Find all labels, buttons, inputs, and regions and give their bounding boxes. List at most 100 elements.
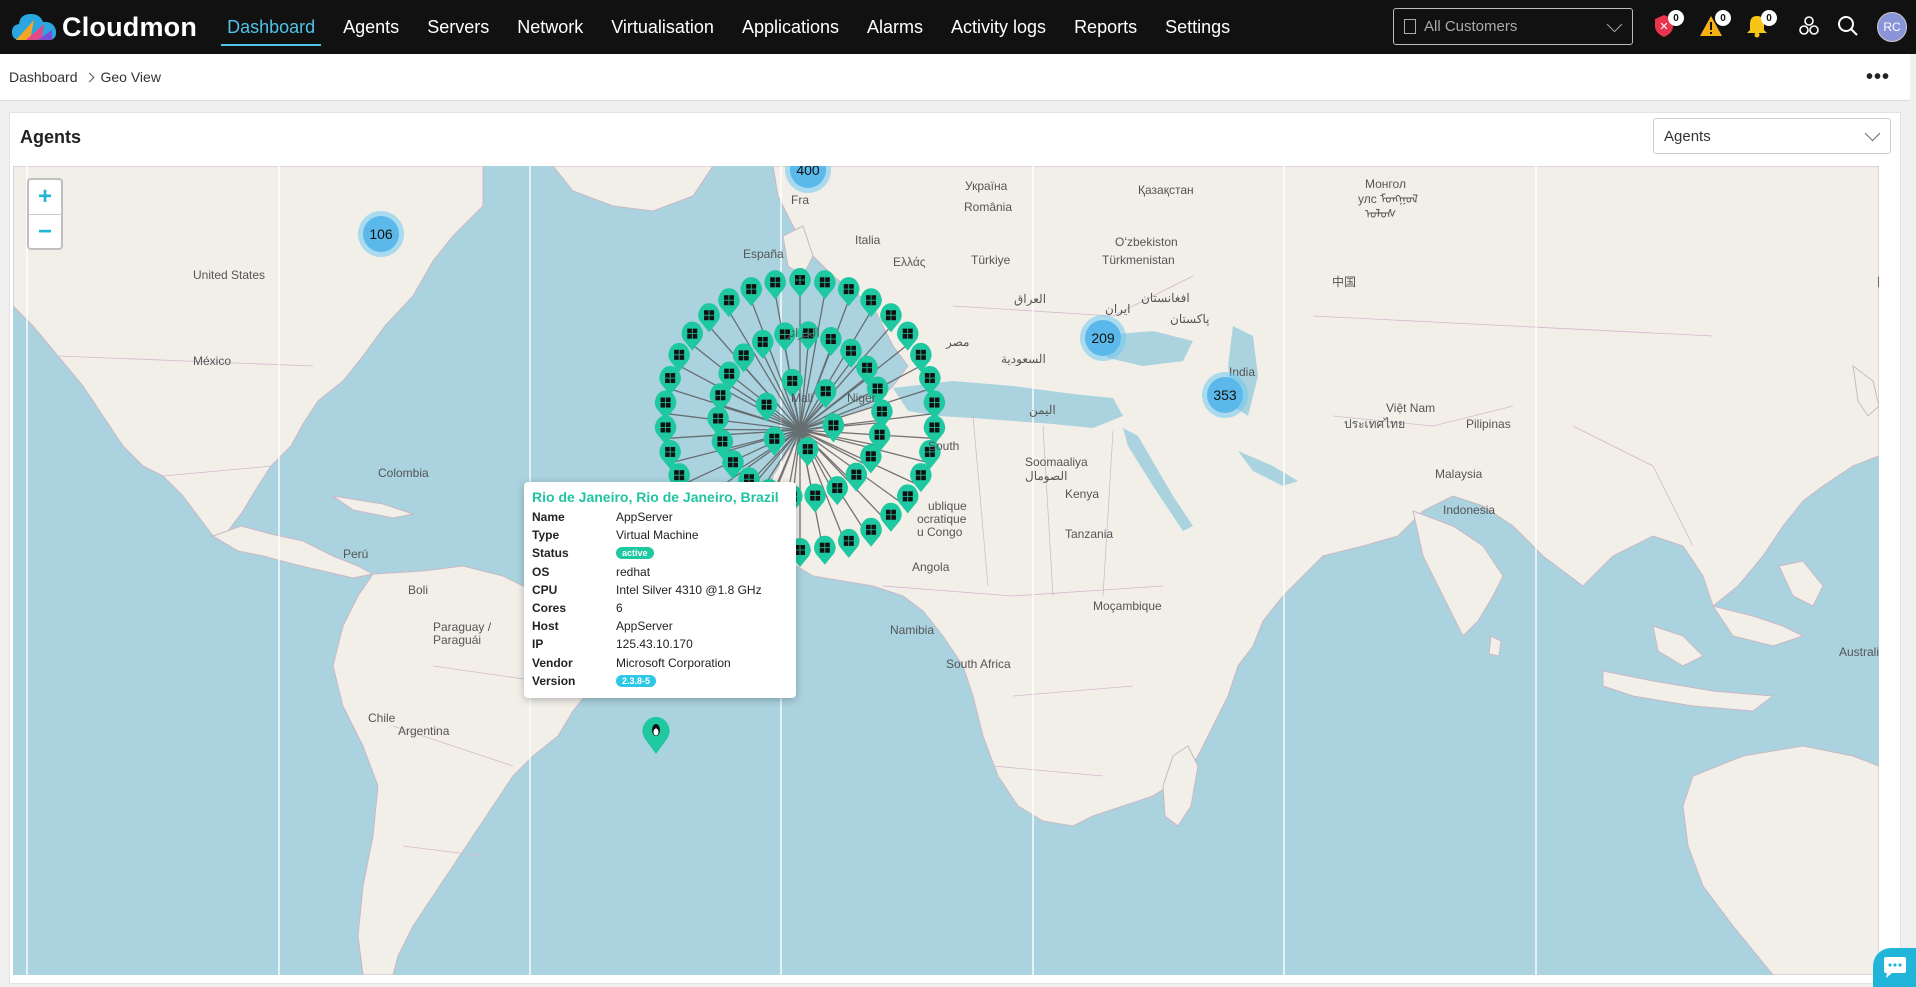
map-label: افغانستان [1141, 291, 1190, 305]
popup-row: Name AppServer [532, 508, 788, 526]
popup-key: Status [532, 546, 569, 561]
cloud-logo-icon [12, 14, 57, 40]
map-label: Việt Nam [1386, 401, 1435, 415]
user-avatar[interactable]: RC [1877, 12, 1907, 42]
map-label: الصومال [1025, 469, 1067, 483]
map-label: العراق [1014, 292, 1046, 306]
building-icon [1404, 19, 1416, 34]
nav-item-activity-logs[interactable]: Activity logs [937, 0, 1060, 54]
popup-pill: active [616, 547, 654, 560]
map-label: Kenya [1065, 487, 1099, 501]
windows-agent-marker[interactable] [837, 277, 860, 307]
map-label: Namibia [890, 623, 934, 637]
brand-name: Cloudmon [62, 11, 198, 42]
map-label: Soomaaliya [1025, 455, 1088, 469]
search-button[interactable] [1834, 12, 1862, 40]
agents-type-select[interactable]: Agents [1653, 118, 1891, 154]
nav-item-network[interactable]: Network [503, 0, 597, 54]
geo-map[interactable]: United States México Colombia Perú Boli Parag… [13, 166, 1879, 975]
nav-item-dashboard[interactable]: Dashboard [213, 0, 329, 54]
popup-key: Cores [532, 601, 567, 616]
nav-item-agents[interactable]: Agents [329, 0, 413, 54]
linux-agent-marker[interactable] [641, 715, 671, 755]
map-label: South Africa [946, 657, 1011, 671]
nav-item-reports[interactable]: Reports [1060, 0, 1151, 54]
windows-agent-marker[interactable] [814, 270, 836, 300]
land-australia [1682, 745, 1879, 975]
integrations-button[interactable] [1795, 12, 1823, 40]
map-label: México [193, 354, 231, 368]
zoom-in-button[interactable]: + [29, 180, 61, 214]
nav-item-alarms[interactable]: Alarms [853, 0, 937, 54]
map-label: مصر [945, 335, 969, 349]
map-label: Moçambique [1093, 599, 1162, 613]
zoom-out-button[interactable]: − [29, 214, 61, 248]
nav-item-servers[interactable]: Servers [413, 0, 503, 54]
map-label: Indonesia [1443, 503, 1495, 517]
map-label: Қазақстан [1138, 183, 1194, 197]
popup-key: Host [532, 619, 559, 634]
map-label: Argentina [398, 724, 450, 738]
popup-row: Cores 6 [532, 599, 788, 617]
popup-location-title: Rio de Janeiro, Rio de Janeiro, Brazil [532, 489, 779, 505]
popup-value: Microsoft Corporation [616, 655, 731, 670]
windows-agent-marker[interactable] [659, 366, 681, 396]
popup-key: OS [532, 564, 550, 579]
map-label: Australia [1839, 645, 1879, 659]
chat-bubble-icon [1883, 956, 1906, 978]
breadcrumb-current: Geo View [100, 69, 161, 85]
cluster-marker[interactable]: 106 [358, 211, 404, 257]
more-options-button[interactable]: ••• [1866, 67, 1890, 87]
cluster-count: 106 [363, 216, 399, 252]
map-label: u Congo [917, 525, 963, 539]
windows-agent-marker[interactable] [764, 270, 786, 300]
cluster-count: 209 [1085, 320, 1121, 356]
popup-row: Type Virtual Machine [532, 526, 788, 544]
brand[interactable]: Cloudmon [10, 0, 197, 54]
nav-item-applications[interactable]: Applications [728, 0, 853, 54]
critical-count-badge: 0 [1668, 10, 1684, 26]
critical-alarms-button[interactable]: ✕ 0 [1650, 10, 1684, 40]
map-label: Pilipinas [1466, 417, 1511, 431]
land-eurasia-africa [767, 166, 1879, 827]
windows-agent-marker[interactable] [718, 288, 740, 318]
map-label: اليمن [1029, 403, 1056, 417]
map-label: ᠤᠯᠤᠰ [1365, 207, 1396, 221]
popup-key: Version [532, 673, 576, 688]
windows-agent-marker[interactable] [654, 390, 677, 420]
map-label: 日 [1876, 275, 1879, 289]
map-label: South [928, 439, 959, 453]
map-label: Ελλάς [893, 255, 926, 269]
windows-agent-marker[interactable] [740, 277, 763, 307]
chat-button[interactable] [1873, 948, 1916, 987]
breadcrumb-dashboard-link[interactable]: Dashboard [9, 69, 78, 85]
cluster-marker[interactable]: 209 [1080, 315, 1126, 361]
nav-item-virtualisation[interactable]: Virtualisation [597, 0, 728, 54]
map-label: România [964, 200, 1012, 214]
search-icon [1838, 16, 1858, 36]
popup-row: OS redhat [532, 563, 788, 581]
map-label: ایران [1105, 302, 1130, 316]
customer-select[interactable]: All Customers [1393, 8, 1633, 45]
notifications-button[interactable]: 0 [1743, 10, 1777, 40]
cluster-marker[interactable]: 353 [1202, 372, 1248, 418]
map-label: ประเทศไทย [1344, 417, 1405, 431]
map-label: ublique [928, 499, 967, 513]
land-north-america [13, 166, 484, 537]
chevron-down-icon [1606, 16, 1623, 33]
popup-value: AppServer [616, 510, 673, 525]
warning-count-badge: 0 [1715, 10, 1731, 26]
map-label: Mali [791, 391, 813, 405]
breadcrumb: Dashboard Geo View ••• [0, 54, 1910, 101]
windows-agent-marker[interactable] [654, 415, 677, 445]
map-label: Paraguay / [433, 620, 492, 634]
map-label: Angola [912, 560, 950, 574]
nav-item-settings[interactable]: Settings [1151, 0, 1244, 54]
linux-icon [652, 724, 660, 736]
map-label: Türkiye [971, 253, 1011, 267]
popup-key: Name [532, 510, 565, 525]
warning-alarms-button[interactable]: 0 [1697, 10, 1731, 40]
windows-agent-marker[interactable] [820, 327, 842, 357]
windows-agent-marker[interactable] [789, 268, 811, 297]
popup-row: Version 2.3.8-5 [532, 672, 788, 690]
